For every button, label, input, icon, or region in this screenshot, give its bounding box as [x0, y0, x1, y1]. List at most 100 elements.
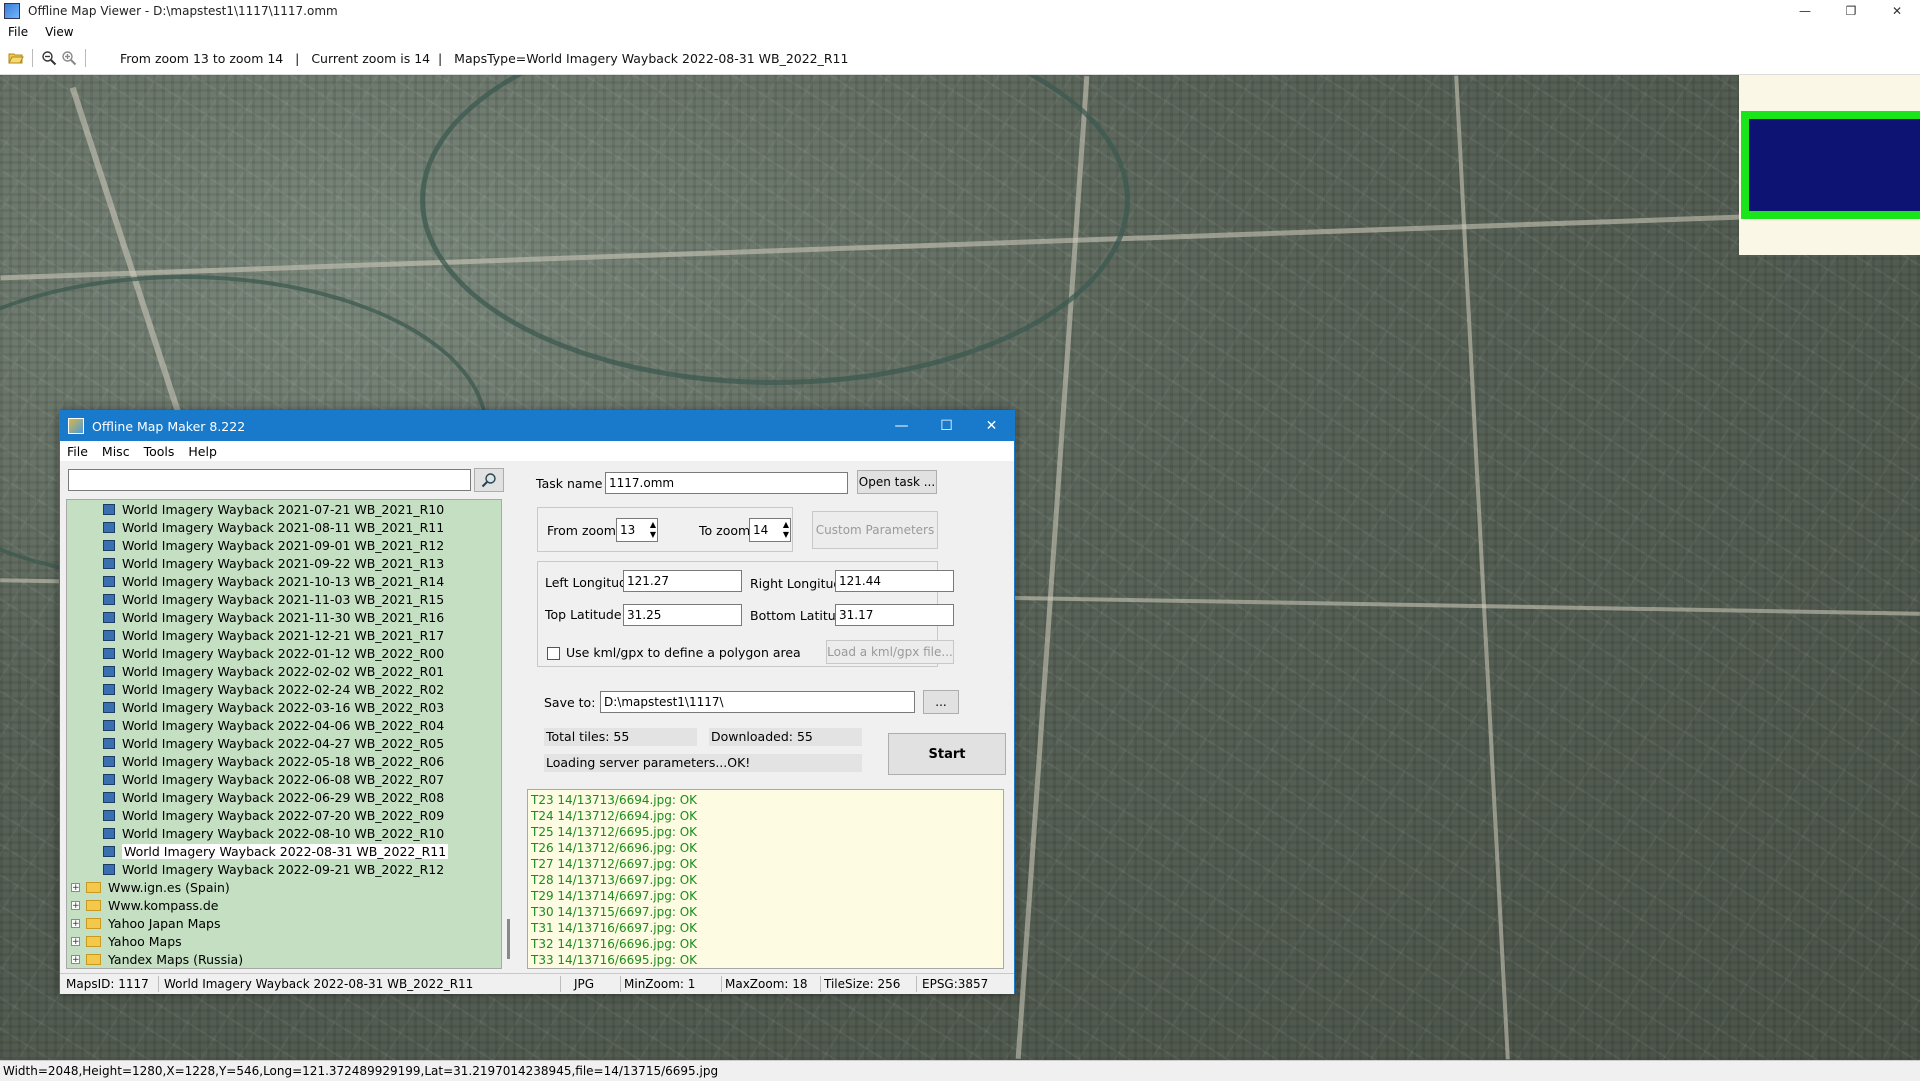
dialog-maximize-button[interactable]: ☐: [924, 411, 969, 441]
tree-item-map[interactable]: World Imagery Wayback 2022-04-27 WB_2022…: [67, 734, 501, 752]
save-to-label: Save to:: [544, 695, 596, 710]
status-epsg: EPSG:3857: [922, 977, 989, 991]
task-name-input[interactable]: 1117.omm: [605, 472, 848, 494]
tree-item-label: World Imagery Wayback 2022-07-20 WB_2022…: [122, 807, 445, 823]
minimize-button[interactable]: —: [1782, 0, 1828, 22]
map-layer-icon: [103, 863, 115, 875]
menu-view[interactable]: View: [37, 25, 82, 39]
map-layer-icon: [103, 791, 115, 803]
tree-item-map[interactable]: World Imagery Wayback 2021-09-01 WB_2021…: [67, 536, 501, 554]
maximize-button[interactable]: ❐: [1828, 0, 1874, 22]
dialog-menu-misc[interactable]: Misc: [95, 444, 137, 459]
custom-parameters-button[interactable]: Custom Parameters: [812, 511, 938, 549]
folder-icon: [86, 881, 101, 893]
tree-item-label: World Imagery Wayback 2022-02-02 WB_2022…: [122, 663, 445, 679]
dialog-menu-tools[interactable]: Tools: [137, 444, 182, 459]
tree-item-map[interactable]: World Imagery Wayback 2022-02-02 WB_2022…: [67, 662, 501, 680]
top-latitude-input[interactable]: 31.25: [623, 604, 742, 626]
map-layer-icon: [103, 557, 115, 569]
zoom-out-icon[interactable]: [39, 48, 59, 68]
status-text: Width=2048,Height=1280,X=1228,Y=546,Long…: [3, 1064, 719, 1078]
tree-item-map[interactable]: World Imagery Wayback 2021-09-22 WB_2021…: [67, 554, 501, 572]
download-log[interactable]: T23 14/13713/6694.jpg: OK T24 14/13712/66…: [527, 789, 1004, 969]
tree-folder-label: Www.kompass.de: [108, 897, 219, 913]
map-layer-icon: [103, 737, 115, 749]
tree-item-map[interactable]: World Imagery Wayback 2021-10-13 WB_2021…: [67, 572, 501, 590]
close-button[interactable]: ✕: [1874, 0, 1920, 22]
tree-item-map[interactable]: World Imagery Wayback 2022-08-10 WB_2022…: [67, 824, 501, 842]
spin-arrows-icon[interactable]: ▲ ▼: [783, 520, 789, 540]
from-zoom-stepper[interactable]: 13 ▲ ▼: [616, 518, 658, 542]
map-layer-icon: [103, 845, 115, 857]
browse-button[interactable]: ...: [923, 690, 959, 714]
map-search-input[interactable]: [68, 469, 471, 491]
log-line: T24 14/13712/6694.jpg: OK: [531, 809, 698, 823]
task-name-label: Task name: [536, 476, 603, 491]
tree-item-folder[interactable]: + Yahoo Maps: [67, 932, 501, 950]
tree-item-map[interactable]: World Imagery Wayback 2022-08-31 WB_2022…: [67, 842, 501, 860]
tree-item-folder[interactable]: + Yandex Maps (Russia): [67, 950, 501, 968]
expand-icon[interactable]: +: [71, 882, 80, 892]
to-zoom-stepper[interactable]: 14 ▲ ▼: [749, 518, 791, 542]
map-layer-icon: [103, 593, 115, 605]
tree-item-map[interactable]: World Imagery Wayback 2022-03-16 WB_2022…: [67, 698, 501, 716]
folder-icon: [86, 917, 101, 929]
tree-item-map[interactable]: World Imagery Wayback 2022-05-18 WB_2022…: [67, 752, 501, 770]
dialog-close-button[interactable]: ✕: [969, 411, 1014, 441]
tree-item-label: World Imagery Wayback 2022-04-06 WB_2022…: [122, 717, 445, 733]
tree-item-map[interactable]: World Imagery Wayback 2021-07-21 WB_2021…: [67, 500, 501, 518]
expand-icon[interactable]: +: [71, 954, 80, 964]
tree-item-map[interactable]: World Imagery Wayback 2022-04-06 WB_2022…: [67, 716, 501, 734]
tree-item-map[interactable]: World Imagery Wayback 2021-11-03 WB_2021…: [67, 590, 501, 608]
map-layer-icon: [103, 773, 115, 785]
bottom-latitude-input[interactable]: 31.17: [835, 604, 954, 626]
tree-item-map[interactable]: World Imagery Wayback 2022-01-12 WB_2022…: [67, 644, 501, 662]
expand-icon[interactable]: +: [71, 900, 80, 910]
right-longitude-input[interactable]: 121.44: [835, 570, 954, 592]
open-task-button[interactable]: Open task ...: [857, 470, 937, 494]
expand-icon[interactable]: +: [71, 918, 80, 928]
spin-arrows-icon[interactable]: ▲ ▼: [650, 520, 656, 540]
tree-scrollbar[interactable]: [503, 499, 517, 969]
downloaded-text: Downloaded: 55: [711, 729, 813, 744]
load-kml-button[interactable]: Load a kml/gpx file...: [826, 640, 954, 664]
overview-panel[interactable]: [1739, 75, 1920, 255]
dialog-app-icon: [68, 418, 84, 434]
tree-item-map[interactable]: World Imagery Wayback 2022-06-29 WB_2022…: [67, 788, 501, 806]
tree-item-map[interactable]: World Imagery Wayback 2022-02-24 WB_2022…: [67, 680, 501, 698]
left-longitude-input[interactable]: 121.27: [623, 570, 742, 592]
tree-item-map[interactable]: World Imagery Wayback 2022-09-21 WB_2022…: [67, 860, 501, 878]
map-layer-icon: [103, 701, 115, 713]
tree-item-folder[interactable]: + Yahoo Japan Maps: [67, 914, 501, 932]
tree-item-map[interactable]: World Imagery Wayback 2022-06-08 WB_2022…: [67, 770, 501, 788]
tree-item-map[interactable]: World Imagery Wayback 2022-07-20 WB_2022…: [67, 806, 501, 824]
toolbar-separator: [32, 49, 33, 67]
window-title: Offline Map Viewer - D:\mapstest1\1117\1…: [28, 4, 338, 18]
search-button[interactable]: [474, 468, 504, 492]
tree-item-map[interactable]: World Imagery Wayback 2021-12-21 WB_2021…: [67, 626, 501, 644]
status-max-zoom: MaxZoom: 18: [725, 977, 808, 991]
tree-item-folder[interactable]: + Www.kompass.de: [67, 896, 501, 914]
save-to-input[interactable]: D:\mapstest1\1117\: [600, 691, 915, 713]
tree-item-label: World Imagery Wayback 2021-09-01 WB_2021…: [122, 537, 445, 553]
map-type-tree[interactable]: World Imagery Wayback 2021-07-21 WB_2021…: [66, 499, 502, 969]
kml-checkbox[interactable]: [547, 647, 560, 660]
start-button[interactable]: Start: [888, 733, 1006, 775]
dialog-menu-file[interactable]: File: [60, 444, 95, 459]
map-layer-icon: [103, 665, 115, 677]
tree-item-map[interactable]: World Imagery Wayback 2021-11-30 WB_2021…: [67, 608, 501, 626]
dialog-minimize-button[interactable]: —: [879, 411, 924, 441]
dialog-menu-help[interactable]: Help: [181, 444, 224, 459]
app-icon: [4, 3, 20, 19]
tree-item-map[interactable]: World Imagery Wayback 2021-08-11 WB_2021…: [67, 518, 501, 536]
zoom-in-icon[interactable]: [59, 48, 79, 68]
menu-file[interactable]: File: [0, 25, 37, 39]
map-layer-icon: [103, 755, 115, 767]
tree-item-folder[interactable]: + Www.ign.es (Spain): [67, 878, 501, 896]
open-folder-icon[interactable]: [6, 48, 26, 68]
expand-icon[interactable]: +: [71, 936, 80, 946]
folder-icon: [86, 935, 101, 947]
log-line: T26 14/13712/6696.jpg: OK: [531, 841, 698, 855]
log-scrollbar[interactable]: [1004, 789, 1014, 969]
tree-scroll-thumb[interactable]: [507, 919, 510, 959]
